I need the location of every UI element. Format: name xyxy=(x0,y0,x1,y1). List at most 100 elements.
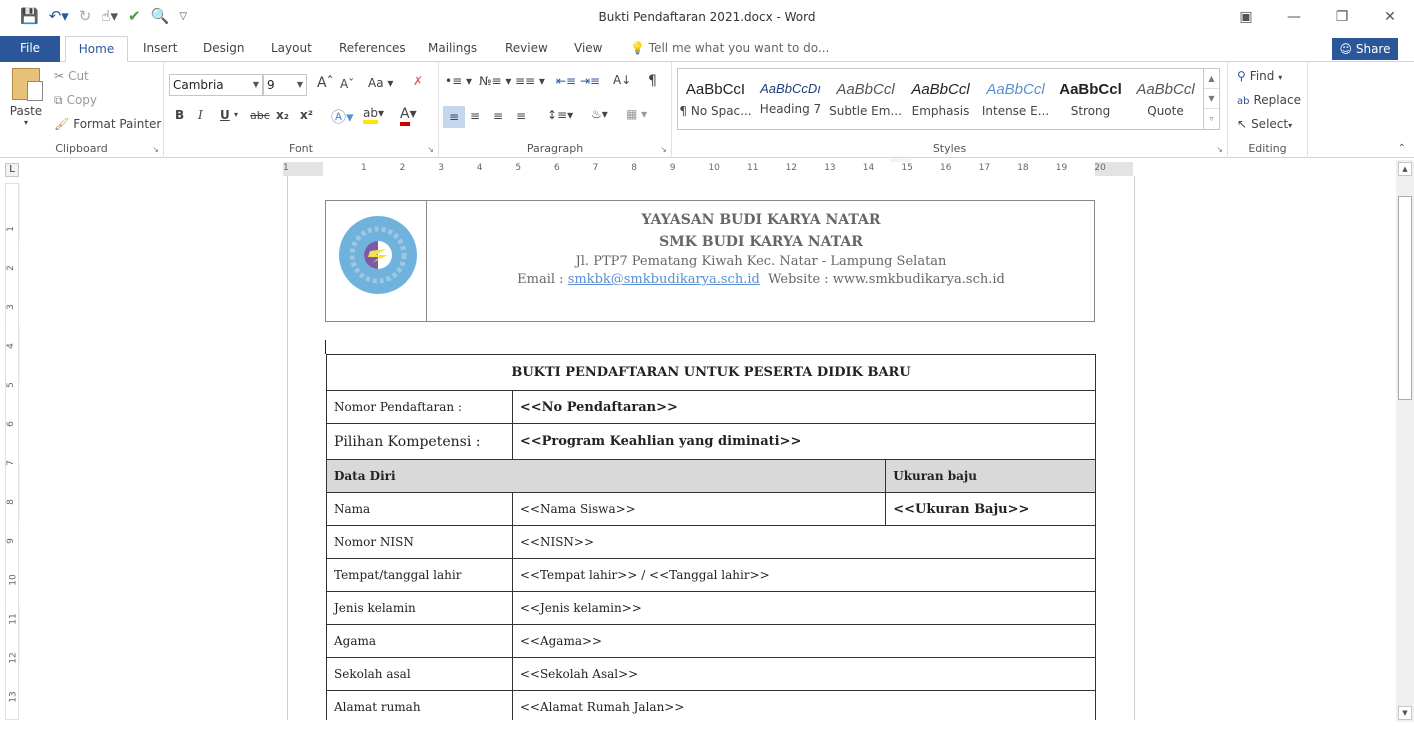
email-link[interactable]: smkbk@smkbudikarya.sch.id xyxy=(568,272,760,287)
vertical-scrollbar[interactable]: ▲ ▼ xyxy=(1396,160,1414,722)
vertical-ruler[interactable]: 1 2 3 4 5 6 7 8 9 10 11 12 13 xyxy=(5,183,19,720)
select-button[interactable]: ↖ Select▾ xyxy=(1237,117,1292,131)
strikethrough-button[interactable]: abc xyxy=(250,109,270,122)
school-name: SMK BUDI KARYA NATAR xyxy=(659,234,863,250)
tab-layout[interactable]: Layout xyxy=(271,36,312,62)
copy-button[interactable]: ⧉ Copy xyxy=(54,93,97,108)
foundation-name: YAYASAN BUDI KARYA NATAR xyxy=(641,212,881,228)
align-center-icon[interactable]: ≡ xyxy=(470,109,480,123)
numbering-icon[interactable]: №≡ ▾ xyxy=(479,74,511,88)
ribbon-display-icon[interactable]: ▣ xyxy=(1222,0,1270,34)
tab-design[interactable]: Design xyxy=(203,36,244,62)
styles-launcher-icon[interactable]: ↘ xyxy=(1216,145,1223,154)
tab-selector[interactable]: L xyxy=(5,163,19,177)
find-button[interactable]: ⚲ Find ▾ xyxy=(1237,69,1282,83)
highlight-icon[interactable]: ab▾ xyxy=(363,106,384,124)
table-row: Nomor Pendaftaran : <<No Pendaftaran>> xyxy=(326,390,1097,424)
format-painter-button[interactable]: 🖌 Format Painter xyxy=(54,117,161,131)
ruler-tick: 1 xyxy=(283,163,289,173)
shrink-font-icon[interactable]: Aˇ xyxy=(340,77,354,91)
underline-dropdown-icon[interactable]: ▾ xyxy=(234,110,238,119)
ruler-tick: 12 xyxy=(8,652,19,664)
tab-mailings[interactable]: Mailings xyxy=(428,36,477,62)
style-no-spacing[interactable]: AaBbCcI ¶ No Spac... xyxy=(678,69,753,129)
tab-home[interactable]: Home xyxy=(65,36,128,63)
styles-scroll: ▲ ▼ ▿ xyxy=(1203,69,1219,129)
value-cell: <<Sekolah Asal>> xyxy=(511,657,1097,691)
styles-label: Styles xyxy=(932,142,967,155)
scroll-up-arrow[interactable]: ▲ xyxy=(1398,162,1412,176)
minimize-icon[interactable]: — xyxy=(1270,0,1318,34)
replace-button[interactable]: ab Replace xyxy=(1237,93,1301,107)
table-row: Agama <<Agama>> xyxy=(326,624,1097,658)
shading-icon[interactable]: ♨▾ xyxy=(591,107,608,121)
font-launcher-icon[interactable]: ↘ xyxy=(427,145,434,154)
sort-icon[interactable]: A↓ xyxy=(613,73,631,87)
font-size-combo[interactable]: 9 ▼ xyxy=(263,74,307,96)
paste-dropdown-icon[interactable]: ▾ xyxy=(8,118,44,127)
style-strong[interactable]: AaBbCcl Strong xyxy=(1053,69,1128,129)
subscript-button[interactable]: x₂ xyxy=(276,108,289,122)
ruler-tick: 8 xyxy=(5,499,16,505)
table-row: Sekolah asal <<Sekolah Asal>> xyxy=(326,657,1097,691)
ruler-tick: 18 xyxy=(1017,163,1029,173)
style-intense-emphasis[interactable]: AaBbCcl Intense E... xyxy=(978,69,1053,129)
bold-button[interactable]: B xyxy=(175,108,184,122)
horizontal-ruler[interactable]: 1 1 2 3 4 5 6 7 8 9 10 11 12 13 14 15 16 17 18 19 20 xyxy=(283,162,1133,176)
ruler-tick: 16 xyxy=(940,163,952,173)
restore-icon[interactable]: ❐ xyxy=(1318,0,1366,34)
value-cell: <<No Pendaftaran>> xyxy=(511,390,1097,424)
clipboard-launcher-icon[interactable]: ↘ xyxy=(152,145,159,154)
paragraph-launcher-icon[interactable]: ↘ xyxy=(660,145,667,154)
section-header: Data Diri xyxy=(325,459,887,493)
style-heading-7[interactable]: AaBbCcDı Heading 7 xyxy=(753,69,828,129)
status-area xyxy=(0,720,1396,732)
collapse-ribbon-icon[interactable]: ⌃ xyxy=(1398,143,1406,154)
paintbrush-icon: 🖌 xyxy=(54,117,70,131)
font-name-combo[interactable]: Cambria ▼ xyxy=(169,74,263,96)
tell-me-search[interactable]: 💡 Tell me what you want to do... xyxy=(630,36,829,62)
bullets-icon[interactable]: •≡ ▾ xyxy=(445,74,472,88)
lightbulb-icon: 💡 xyxy=(630,41,645,55)
justify-icon[interactable]: ≡ xyxy=(516,109,526,123)
ruler-tick: 9 xyxy=(5,538,16,544)
borders-icon[interactable]: ▦ ▾ xyxy=(626,107,647,121)
style-emphasis[interactable]: AaBbCcl Emphasis xyxy=(903,69,978,129)
table-row: Nama <<Nama Siswa>> <<Ukuran Baju>> xyxy=(326,492,1096,526)
text-effects-icon[interactable]: Ⓐ▾ xyxy=(331,106,354,127)
align-left-icon[interactable]: ≡ xyxy=(443,106,465,128)
underline-button[interactable]: U xyxy=(220,108,230,122)
style-quote[interactable]: AaBbCcl Quote xyxy=(1128,69,1203,129)
superscript-button[interactable]: x² xyxy=(300,108,313,122)
decrease-indent-icon[interactable]: ⇤≡ xyxy=(556,74,576,88)
more-styles-icon[interactable]: ▿ xyxy=(1204,109,1219,129)
show-formatting-icon[interactable]: ¶ xyxy=(648,73,657,89)
ruler-tick: 1 xyxy=(361,163,367,173)
italic-button[interactable]: I xyxy=(198,108,203,122)
multilevel-list-icon[interactable]: ≡≡ ▾ xyxy=(515,74,545,88)
scroll-down-arrow[interactable]: ▼ xyxy=(1398,706,1412,720)
label-cell: Alamat rumah xyxy=(326,690,513,724)
increase-indent-icon[interactable]: ⇥≡ xyxy=(580,74,600,88)
tab-insert[interactable]: Insert xyxy=(143,36,177,62)
editing-group: ⚲ Find ▾ ab Replace ↖ Select▾ Editing xyxy=(1228,62,1308,158)
change-case-button[interactable]: Aa ▾ xyxy=(368,76,393,90)
font-color-icon[interactable]: A▾ xyxy=(400,106,417,126)
cut-button[interactable]: ✂ Cut xyxy=(54,69,89,83)
paste-button[interactable]: Paste ▾ xyxy=(8,68,44,127)
share-button[interactable]: ☺ Share xyxy=(1332,38,1398,60)
tab-review[interactable]: Review xyxy=(505,36,548,62)
line-spacing-icon[interactable]: ↕≡▾ xyxy=(547,108,573,122)
scroll-down-icon[interactable]: ▼ xyxy=(1204,89,1219,109)
clear-formatting-icon[interactable]: ✗ xyxy=(413,74,423,88)
align-right-icon[interactable]: ≡ xyxy=(493,109,503,123)
tab-references[interactable]: References xyxy=(339,36,406,62)
tab-view[interactable]: View xyxy=(574,36,602,62)
style-subtle-emphasis[interactable]: AaBbCcl Subtle Em... xyxy=(828,69,903,129)
close-icon[interactable]: ✕ xyxy=(1366,0,1414,34)
scroll-up-icon[interactable]: ▲ xyxy=(1204,69,1219,89)
label-cell: Sekolah asal xyxy=(326,657,513,691)
scrollbar-thumb[interactable] xyxy=(1398,196,1412,400)
tab-file[interactable]: File xyxy=(0,36,60,62)
grow-font-icon[interactable]: Aˆ xyxy=(317,75,334,91)
